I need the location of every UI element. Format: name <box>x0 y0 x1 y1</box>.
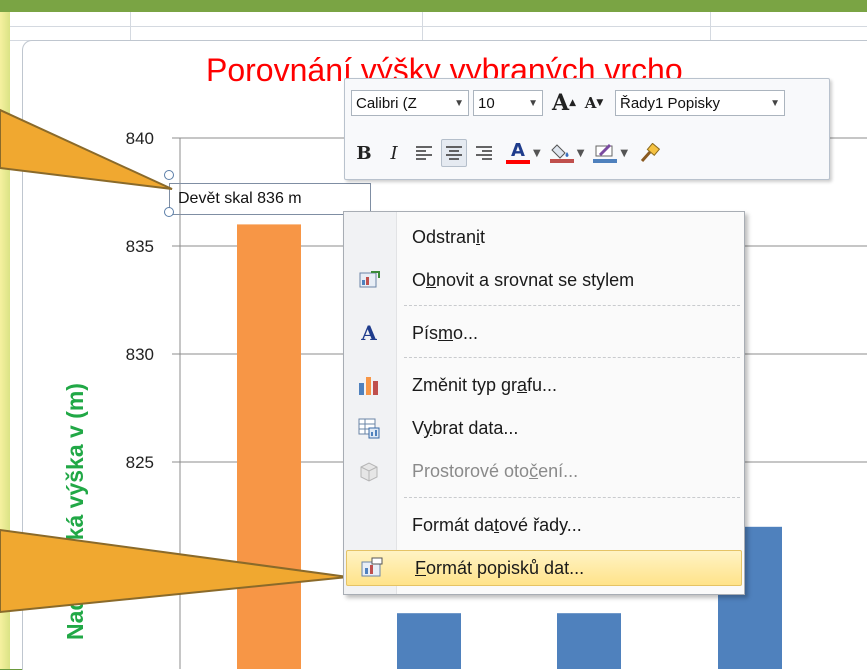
menu-item-label: Obnovit a srovnat se stylem <box>412 270 635 290</box>
menu-item-label: Formát datové řady... <box>412 515 582 535</box>
menu-item-label: Písmo... <box>412 323 479 343</box>
context-menu: Odstranit Obnovit a srovnat se stylem A … <box>343 211 745 595</box>
fill-color-swatch <box>549 159 574 163</box>
bar[interactable] <box>557 613 621 669</box>
menu-item-format-data-labels[interactable]: Formát popisků dat... <box>346 550 742 586</box>
menu-item-label: Odstranit <box>412 227 486 247</box>
menu-item-label: Vybrat data... <box>412 418 519 438</box>
y-tick-label: 840 <box>126 129 154 148</box>
chart-element-selector[interactable]: Řady1 Popisky ▼ <box>615 90 785 116</box>
select-data-icon <box>358 418 380 439</box>
font-name-value: Calibri (Z <box>356 94 417 112</box>
italic-button[interactable]: I <box>381 139 407 167</box>
menu-item-change-chart-type[interactable]: Změnit typ grafu... <box>344 368 742 402</box>
reset-style-icon <box>359 271 380 288</box>
font-color-button[interactable]: A <box>505 139 531 167</box>
font-size-value: 10 <box>478 94 495 112</box>
shrink-font-button[interactable]: A ▼ <box>581 89 607 117</box>
menu-item-label: Prostorové otočení... <box>412 461 579 481</box>
y-tick-label: 825 <box>126 453 154 472</box>
format-painter-button[interactable] <box>636 139 662 167</box>
font-icon: A <box>361 321 377 345</box>
align-center-button[interactable] <box>441 139 467 167</box>
chevron-down-icon[interactable]: ▼ <box>450 98 464 109</box>
menu-item-label: Změnit typ grafu... <box>412 375 558 395</box>
bold-button[interactable]: B <box>351 139 377 167</box>
outline-color-swatch <box>593 159 618 163</box>
align-center-icon <box>446 146 462 160</box>
menu-separator <box>404 357 740 358</box>
chevron-down-icon[interactable]: ▼ <box>766 98 780 109</box>
font-name-box[interactable]: Calibri (Z ▼ <box>351 90 469 116</box>
outline-color-button[interactable] <box>592 139 618 167</box>
menu-item-reset-style[interactable]: Obnovit a srovnat se stylem <box>344 263 742 297</box>
font-size-box[interactable]: 10 ▼ <box>473 90 543 116</box>
menu-item-3d-rotation[interactable]: Prostorové otočení... <box>344 454 742 488</box>
3d-rotation-icon <box>360 462 378 482</box>
resize-handle[interactable] <box>164 207 174 217</box>
bar[interactable] <box>237 224 301 669</box>
y-tick-label: 835 <box>126 237 154 256</box>
menu-item-label: Formát popisků dat... <box>415 558 585 578</box>
mini-toolbar-row-2: B I A ▼ ▼ ▼ <box>351 137 666 169</box>
menu-item-select-data[interactable]: Vybrat data... <box>344 411 742 445</box>
chevron-down-icon[interactable]: ▼ <box>524 98 538 109</box>
chevron-down-icon[interactable]: ▼ <box>533 148 541 159</box>
menu-item-delete[interactable]: Odstranit <box>344 220 742 254</box>
chevron-down-icon[interactable]: ▼ <box>620 148 628 159</box>
mini-toolbar-row-1: Calibri (Z ▼ 10 ▼ A ▲ A ▼ Řady1 Popisky ▼ <box>351 87 785 119</box>
data-label[interactable]: Devět skal 836 m <box>178 190 302 208</box>
paint-bucket-icon <box>550 144 569 159</box>
resize-handle[interactable] <box>164 170 174 180</box>
align-left-icon <box>416 146 432 160</box>
chevron-down-icon[interactable]: ▼ <box>577 148 585 159</box>
format-data-labels-icon <box>361 557 383 577</box>
italic-icon: I <box>390 142 398 164</box>
align-right-button[interactable] <box>471 139 497 167</box>
grow-font-button[interactable]: A ▲ <box>551 89 577 117</box>
align-left-button[interactable] <box>411 139 437 167</box>
bar[interactable] <box>397 613 461 669</box>
shrink-font-icon: A <box>584 94 597 112</box>
grow-font-icon: A <box>552 90 570 116</box>
mini-toolbar: Calibri (Z ▼ 10 ▼ A ▲ A ▼ Řady1 Popisky ▼ … <box>344 78 830 180</box>
align-right-icon <box>476 146 492 160</box>
menu-separator <box>404 305 740 306</box>
fill-color-button[interactable] <box>549 139 575 167</box>
y-axis-label[interactable]: Nadmořská výška v (m) <box>62 383 89 640</box>
menu-item-format-data-series[interactable]: Formát datové řady... <box>344 508 742 542</box>
menu-separator <box>404 497 740 498</box>
font-color-swatch <box>506 160 530 164</box>
font-color-icon: A <box>511 140 525 161</box>
menu-item-font[interactable]: A Písmo... <box>344 316 742 350</box>
format-painter-icon <box>640 143 661 162</box>
bold-icon: B <box>356 142 372 164</box>
pen-icon <box>595 143 613 157</box>
y-tick-label: 830 <box>126 345 154 364</box>
chart-element-value: Řady1 Popisky <box>620 94 721 112</box>
chart-type-icon <box>359 377 378 395</box>
